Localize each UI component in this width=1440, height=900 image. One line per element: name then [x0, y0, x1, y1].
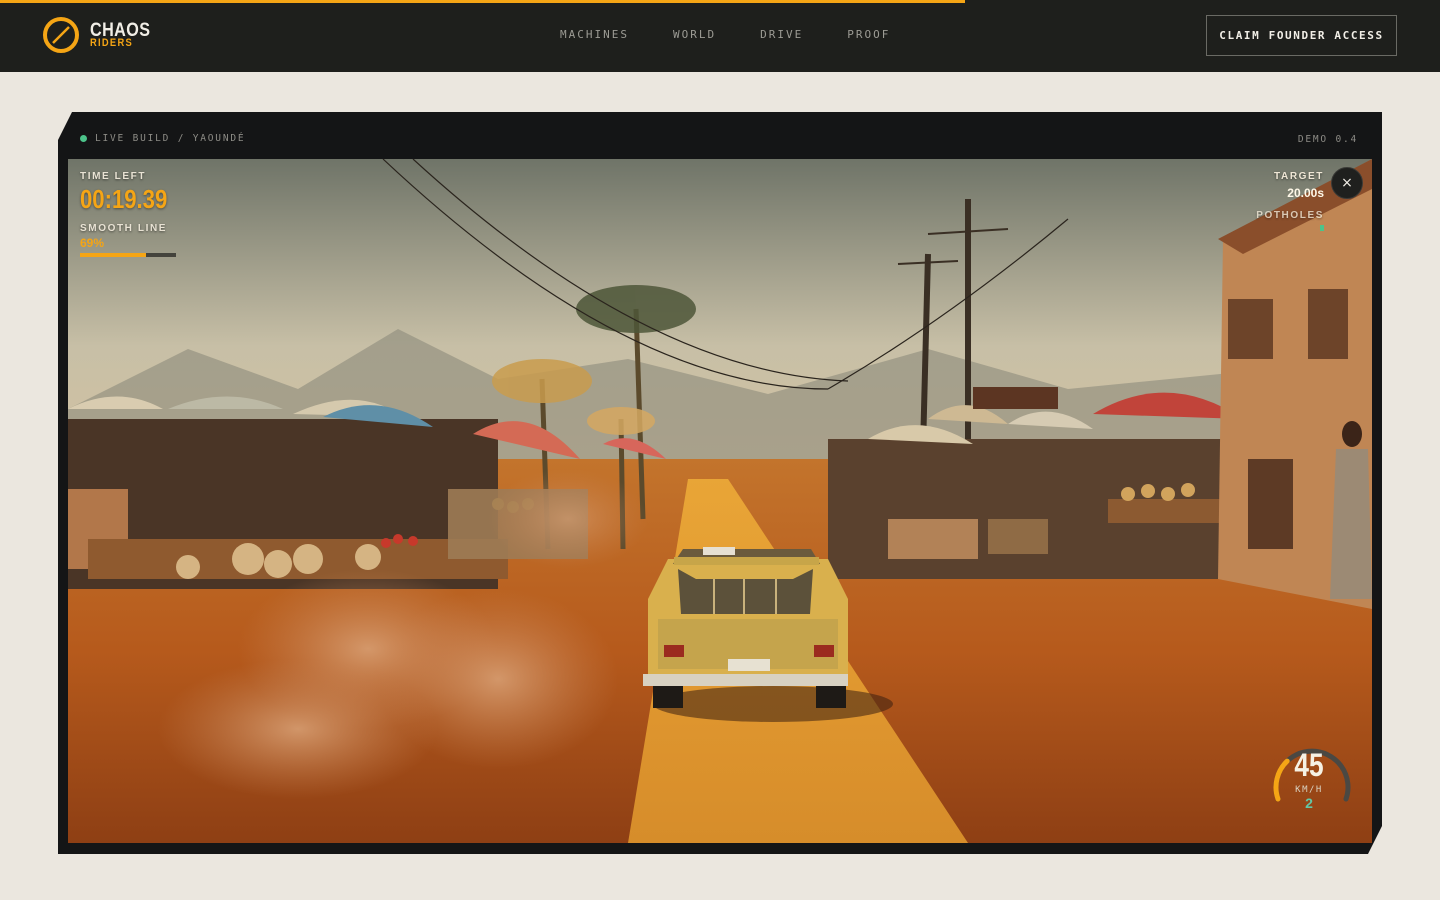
top-nav: CHAOS RIDERS MACHINES WORLD DRIVE PROOF …	[0, 0, 1440, 72]
load-progress-track	[0, 0, 1440, 3]
brand-wordmark: CHAOS RIDERS	[90, 20, 161, 49]
time-left-value: 00:19.39	[80, 184, 168, 214]
game-frame: LIVE BUILD / YAOUNDÉ DEMO 0.4 TIME LEFT …	[58, 112, 1382, 854]
build-status: LIVE BUILD / YAOUNDÉ	[80, 133, 245, 144]
logo-wheel-icon	[43, 17, 79, 53]
speed-unit: KM/H	[1295, 785, 1323, 795]
load-progress-fill	[0, 0, 965, 3]
target-value: 20.00s	[1287, 186, 1324, 200]
game-scene	[68, 159, 1372, 843]
gear-indicator: 2	[1305, 795, 1313, 811]
build-status-label: LIVE BUILD / YAOUNDÉ	[95, 133, 246, 144]
pothole-indicator	[1320, 225, 1324, 231]
game-viewport[interactable]: TIME LEFT 00:19.39 SMOOTH LINE 69% TARGE…	[68, 159, 1372, 843]
claim-founder-access-button[interactable]: CLAIM FOUNDER ACCESS	[1206, 15, 1397, 56]
potholes-label: POTHOLES	[1256, 210, 1324, 221]
target-label: TARGET	[1274, 171, 1324, 182]
smooth-line-value: 69%	[80, 236, 105, 250]
hud-timer-panel: TIME LEFT 00:19.39 SMOOTH LINE 69%	[80, 171, 183, 257]
smooth-line-label: SMOOTH LINE	[80, 223, 168, 234]
nav-item-proof[interactable]: PROOF	[847, 28, 890, 41]
live-indicator-icon	[80, 135, 87, 142]
smooth-line-bar	[80, 253, 176, 257]
speed-value: 45	[1294, 747, 1324, 783]
main-nav: MACHINES WORLD DRIVE PROOF	[560, 28, 890, 41]
hud-target-panel: TARGET 20.00s POTHOLES	[1256, 171, 1324, 231]
demo-version: DEMO 0.4	[1297, 134, 1358, 145]
speedometer: 45 KM/H 2	[1264, 729, 1360, 825]
time-left-label: TIME LEFT	[80, 171, 147, 182]
nav-item-machines[interactable]: MACHINES	[560, 28, 629, 41]
nav-item-world[interactable]: WORLD	[673, 28, 716, 41]
nav-item-drive[interactable]: DRIVE	[760, 28, 803, 41]
smooth-line-bar-fill	[80, 253, 146, 257]
brand-logo[interactable]: CHAOS RIDERS	[42, 16, 161, 54]
close-icon[interactable]: ×	[1331, 167, 1363, 199]
brand-line-2: RIDERS	[90, 36, 133, 49]
